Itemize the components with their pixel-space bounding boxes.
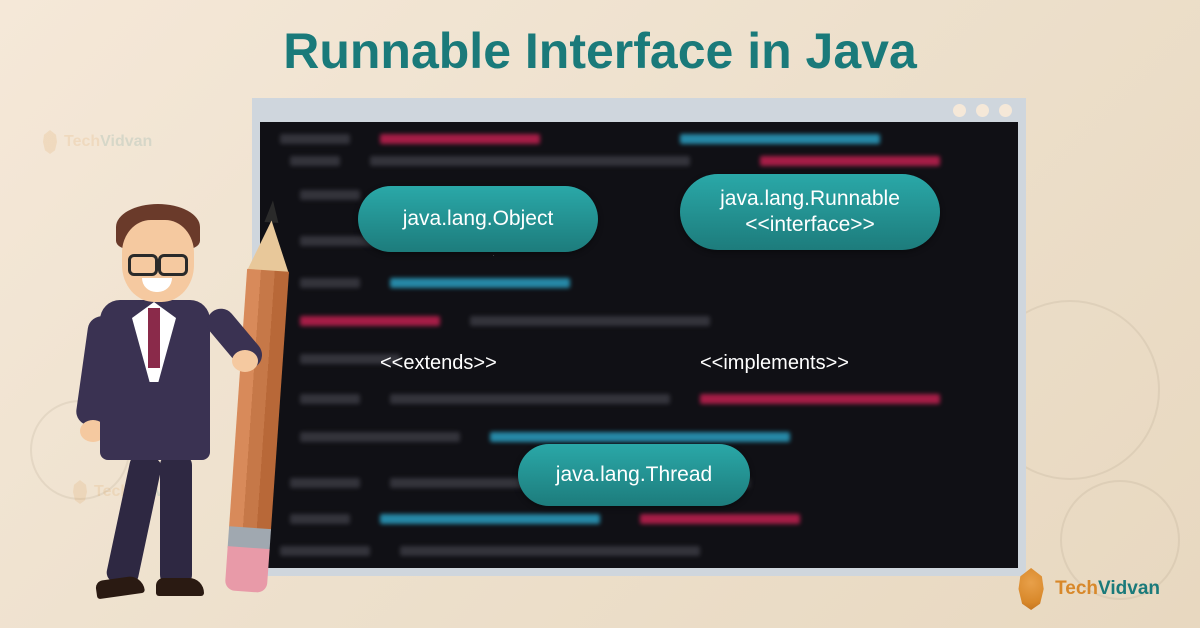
diagram-arrows bbox=[260, 106, 560, 256]
pencil-icon bbox=[224, 199, 294, 601]
cartoon-character bbox=[60, 180, 290, 600]
node-thread: java.lang.Thread bbox=[518, 444, 750, 506]
brand-part1: Tech bbox=[1055, 578, 1098, 599]
page-title: Runnable Interface in Java bbox=[0, 0, 1200, 80]
label-extends: <<extends>> bbox=[380, 352, 497, 375]
node-runnable: java.lang.Runnable <<interface>> bbox=[680, 174, 940, 250]
node-thread-label: java.lang.Thread bbox=[556, 462, 712, 488]
node-runnable-label-1: java.lang.Runnable bbox=[720, 186, 900, 212]
code-window: java.lang.Object java.lang.Runnable <<in… bbox=[252, 98, 1026, 576]
node-runnable-label-2: <<interface>> bbox=[745, 212, 875, 238]
brand-part2: Vidvan bbox=[1098, 578, 1160, 599]
brand-logo: TechVidvan bbox=[1013, 568, 1160, 610]
brand-logo-icon bbox=[1013, 568, 1049, 610]
label-implements: <<implements>> bbox=[700, 352, 849, 375]
